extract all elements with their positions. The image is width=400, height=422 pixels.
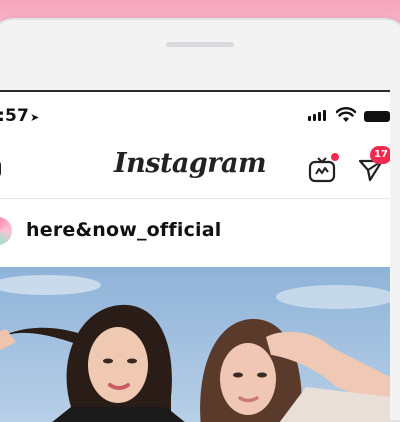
app-screen: 3:57➤ Instagram	[0, 90, 390, 422]
wifi-icon	[336, 107, 356, 122]
igtv-notification-dot	[331, 153, 339, 161]
status-time: 3:57➤	[0, 106, 40, 126]
camera-icon[interactable]	[0, 156, 2, 180]
avatar[interactable]	[0, 217, 12, 245]
post-username[interactable]: here&now_official	[26, 219, 221, 241]
speaker-grille	[166, 42, 234, 47]
status-bar: 3:57➤	[0, 92, 390, 138]
top-navbar: Instagram 17	[0, 138, 390, 199]
app-logo: Instagram	[114, 148, 267, 179]
phone-frame: 3:57➤ Instagram	[0, 18, 400, 422]
post-photo	[0, 267, 390, 422]
location-arrow-icon: ➤	[30, 111, 40, 124]
cellular-signal-icon	[308, 110, 326, 121]
direct-badge: 17	[370, 146, 390, 164]
time-text: 3:57	[0, 106, 30, 126]
igtv-icon[interactable]	[308, 157, 336, 183]
battery-icon	[364, 111, 390, 122]
post-header: here&now_official	[0, 199, 390, 267]
